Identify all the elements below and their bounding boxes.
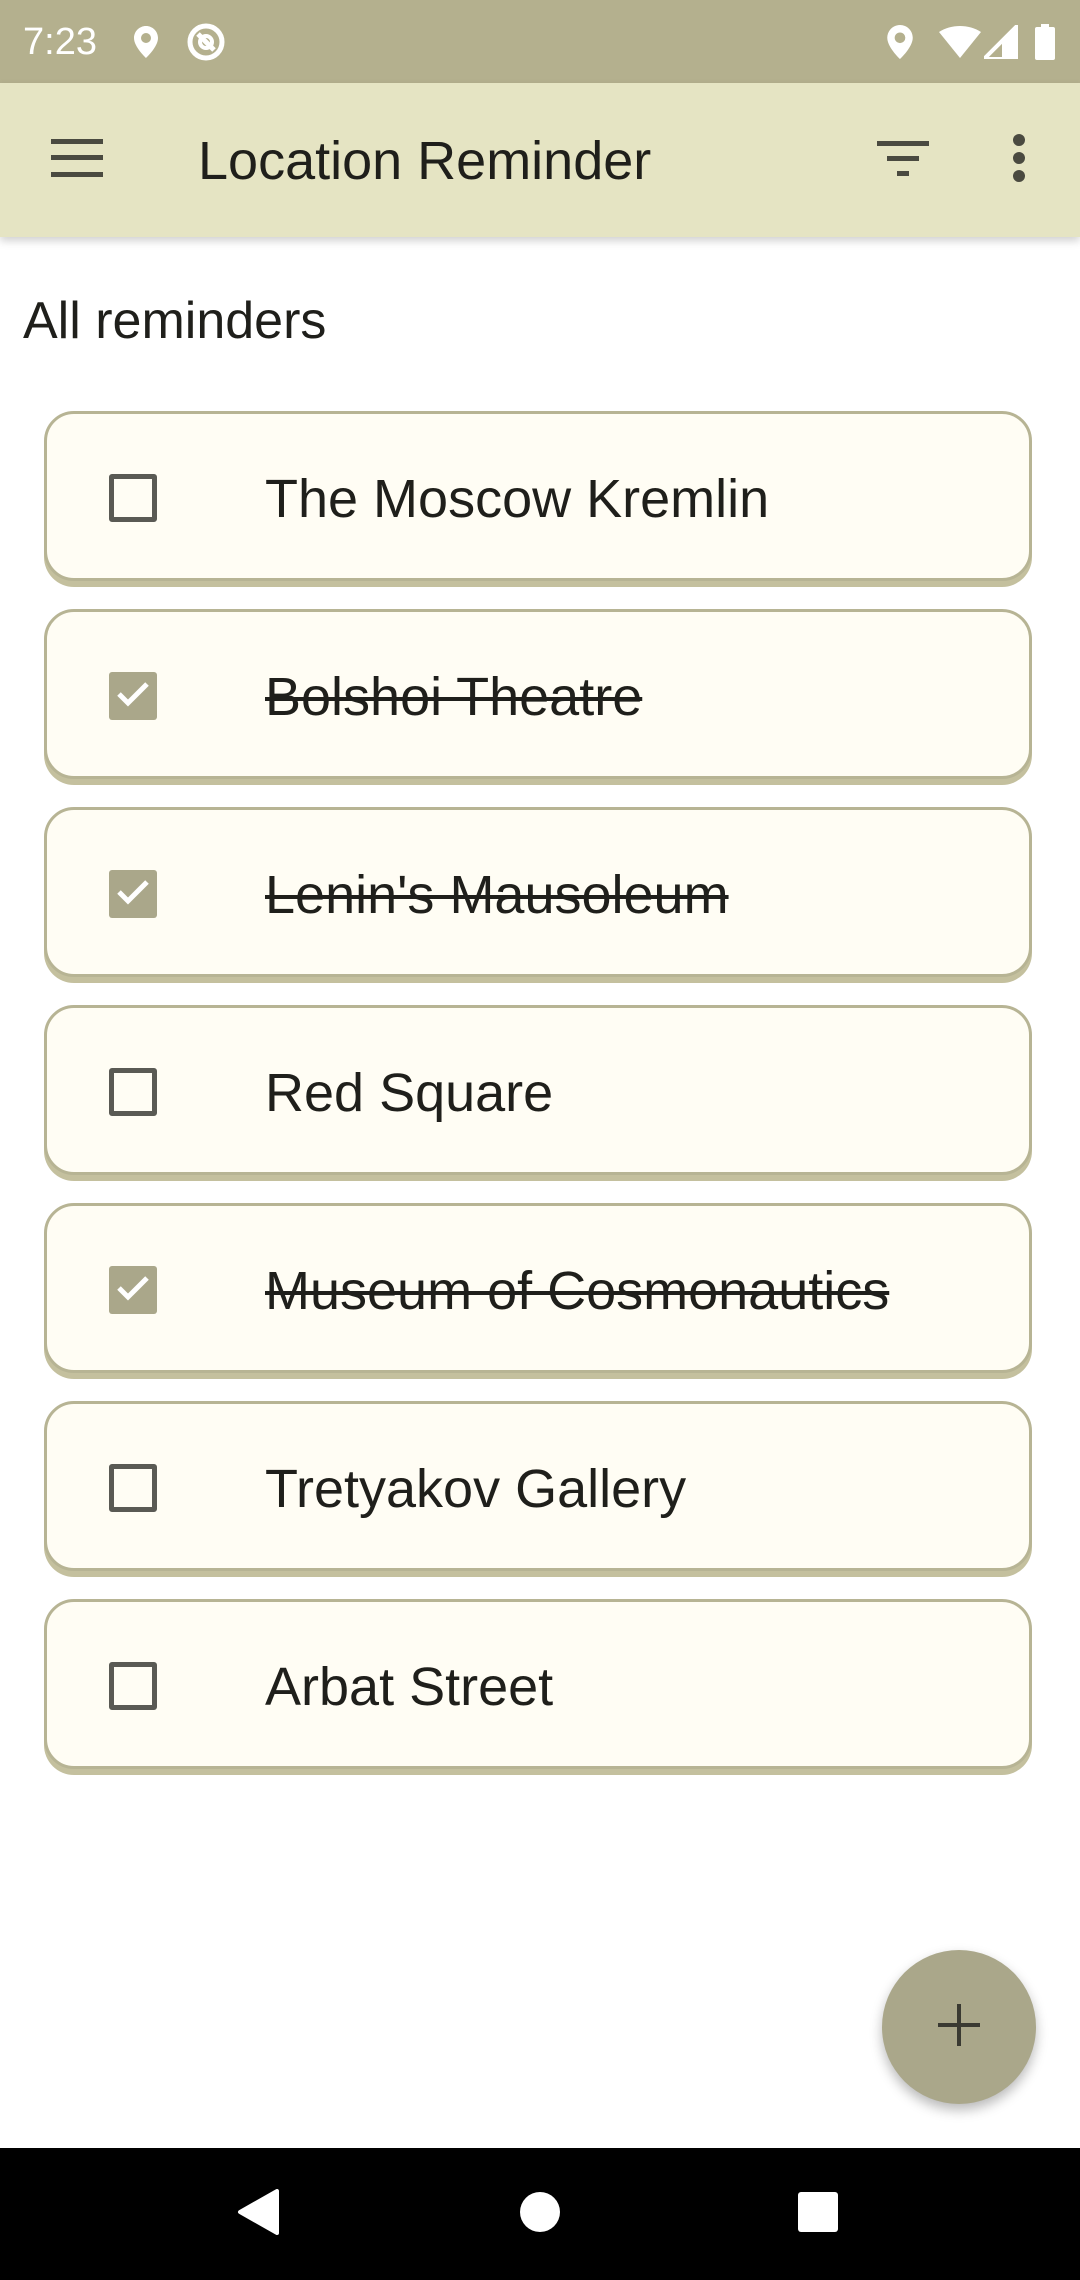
plus-icon — [938, 2003, 980, 2051]
navigation-bar — [0, 2148, 1080, 2280]
reminder-checkbox[interactable] — [109, 1068, 157, 1116]
recents-icon — [798, 2191, 838, 2237]
reminder-checkbox[interactable] — [109, 672, 157, 720]
reminder-title: Bolshoi Theatre — [265, 667, 643, 727]
status-time: 7:23 — [23, 21, 97, 63]
reminder-item[interactable]: Lenin's Mausoleum — [44, 807, 1032, 977]
home-button[interactable] — [470, 2148, 610, 2280]
reminder-title: Red Square — [265, 1063, 554, 1123]
reminder-item[interactable]: Arbat Street — [44, 1599, 1032, 1769]
reminder-title: Arbat Street — [265, 1657, 554, 1717]
reminder-checkbox[interactable] — [109, 1464, 157, 1512]
wifi-icon — [936, 0, 984, 83]
menu-button[interactable] — [22, 83, 132, 237]
back-icon — [237, 2188, 279, 2240]
reminder-item[interactable]: Red Square — [44, 1005, 1032, 1175]
filter-button[interactable] — [848, 83, 958, 237]
reminder-title: Museum of Cosmonautics — [265, 1261, 890, 1321]
reminder-checkbox[interactable] — [109, 1662, 157, 1710]
hamburger-menu-icon — [51, 138, 103, 182]
location-pin-icon — [128, 0, 164, 83]
reminder-checkbox[interactable] — [109, 1266, 157, 1314]
checkmark-icon — [116, 680, 150, 713]
location-pin-icon — [882, 0, 918, 83]
reminder-title: The Moscow Kremlin — [265, 469, 770, 529]
more-vertical-icon — [1012, 133, 1026, 187]
section-title: All reminders — [23, 292, 327, 350]
recents-button[interactable] — [748, 2148, 888, 2280]
home-icon — [519, 2191, 561, 2238]
back-button[interactable] — [188, 2148, 328, 2280]
status-bar: 7:23 — [0, 0, 1080, 83]
reminder-title: Tretyakov Gallery — [265, 1459, 687, 1519]
screen: 7:23 Location Reminder All reminders The… — [0, 0, 1080, 2280]
reminder-checkbox[interactable] — [109, 870, 157, 918]
reminder-item[interactable]: Museum of Cosmonautics — [44, 1203, 1032, 1373]
reminder-title: Lenin's Mausoleum — [265, 865, 729, 925]
reminder-item[interactable]: The Moscow Kremlin — [44, 411, 1032, 581]
app-title: Location Reminder — [198, 131, 652, 191]
more-options-button[interactable] — [964, 83, 1074, 237]
reminder-item[interactable]: Bolshoi Theatre — [44, 609, 1032, 779]
add-reminder-button[interactable] — [882, 1950, 1036, 2104]
filter-icon — [877, 139, 929, 182]
checkmark-icon — [116, 878, 150, 911]
battery-icon — [1030, 0, 1060, 83]
checkmark-icon — [116, 1274, 150, 1307]
reminder-checkbox[interactable] — [109, 474, 157, 522]
app-bar: Location Reminder — [0, 83, 1080, 237]
cell-signal-icon — [982, 0, 1020, 83]
reminder-item[interactable]: Tretyakov Gallery — [44, 1401, 1032, 1571]
at-sign-icon — [184, 0, 228, 83]
